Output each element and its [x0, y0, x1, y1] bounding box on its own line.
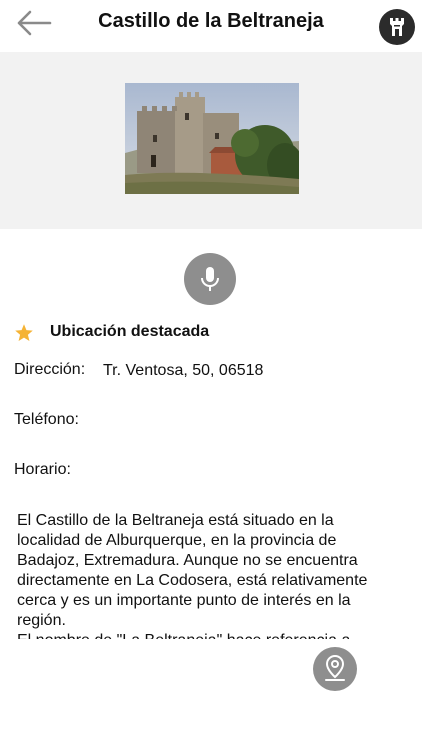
app-header: Castillo de la Beltraneja — [0, 0, 422, 50]
page-title: Castillo de la Beltraneja — [98, 10, 324, 32]
address-label: Dirección: — [14, 361, 86, 378]
map-pin-icon — [325, 654, 345, 681]
castle-tower-icon — [390, 18, 404, 36]
star-icon — [15, 324, 33, 341]
description-text: El Castillo de la Beltraneja está situad… — [17, 512, 368, 639]
audio-guide-button[interactable] — [184, 253, 236, 305]
castle-photo[interactable] — [125, 83, 299, 194]
map-location-button[interactable] — [313, 647, 357, 691]
microphone-icon — [201, 267, 219, 291]
phone-label: Teléfono: — [14, 411, 79, 428]
address-value: Tr. Ventosa, 50, 06518 — [103, 362, 264, 379]
castle-button[interactable] — [379, 9, 415, 45]
featured-label: Ubicación destacada — [50, 323, 210, 340]
hours-label: Horario: — [14, 461, 71, 478]
hero-image-area — [0, 52, 422, 229]
